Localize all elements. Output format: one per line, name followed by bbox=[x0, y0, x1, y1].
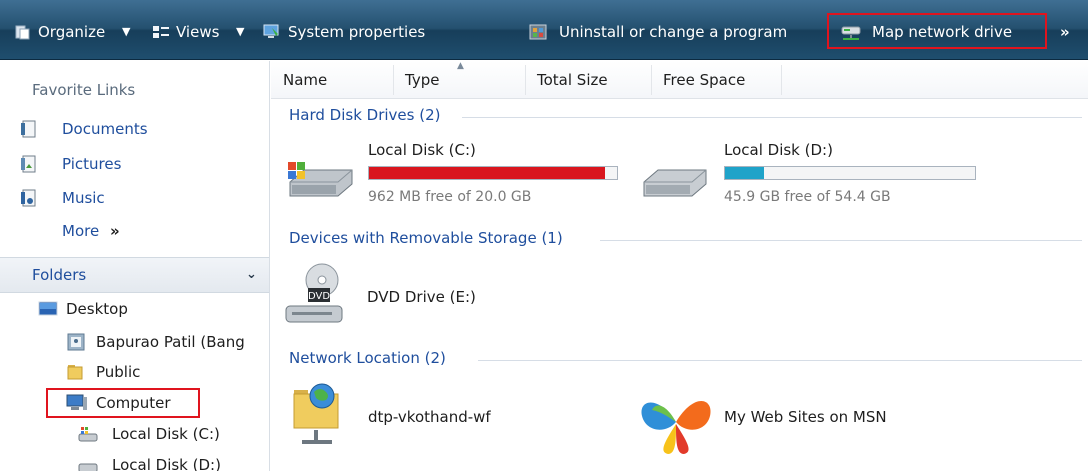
system-drive-icon bbox=[284, 160, 358, 206]
views-button[interactable]: Views ▼ bbox=[152, 21, 270, 43]
sidebar-item-label: Documents bbox=[62, 120, 148, 138]
tree-item-desktop[interactable]: Desktop bbox=[38, 296, 268, 322]
drive-icon bbox=[78, 456, 98, 471]
music-icon bbox=[20, 188, 40, 208]
drive-name: Local Disk (C:) bbox=[368, 141, 476, 159]
drive-free-space: 45.9 GB free of 54.4 GB bbox=[724, 189, 891, 205]
views-icon bbox=[152, 23, 170, 41]
organize-button[interactable]: Organize ▼ bbox=[14, 21, 154, 43]
organize-dropdown-icon: ▼ bbox=[122, 25, 131, 38]
group-divider bbox=[478, 360, 1082, 361]
drive-free-space: 962 MB free of 20.0 GB bbox=[368, 189, 532, 205]
sidebar-item-label: Pictures bbox=[62, 155, 122, 173]
uninstall-program-icon bbox=[529, 23, 547, 41]
network-location-name: My Web Sites on MSN bbox=[724, 408, 887, 426]
column-divider bbox=[781, 65, 782, 95]
navigation-pane: Favorite Links Documents Pictures Music … bbox=[0, 61, 270, 471]
group-hard-disk-drives[interactable]: Hard Disk Drives (2) bbox=[289, 106, 440, 124]
views-dropdown-icon: ▼ bbox=[236, 25, 245, 38]
sidebar-item-music[interactable]: Music bbox=[20, 185, 260, 211]
dvd-drive-icon: DVD bbox=[280, 262, 352, 332]
column-total-size[interactable]: Total Size bbox=[537, 61, 647, 99]
toolbar-overflow-button[interactable]: » bbox=[1060, 21, 1080, 43]
tree-item-public[interactable]: Public bbox=[66, 359, 266, 385]
drive-icon bbox=[638, 160, 712, 206]
tree-item-label: Local Disk (C:) bbox=[112, 425, 220, 443]
drive-capacity-fill bbox=[725, 167, 764, 179]
group-network-location[interactable]: Network Location (2) bbox=[289, 349, 446, 367]
tree-item-local-disk-d[interactable]: Local Disk (D:) bbox=[78, 452, 268, 471]
system-properties-label: System properties bbox=[288, 23, 426, 41]
group-removable-storage[interactable]: Devices with Removable Storage (1) bbox=[289, 229, 563, 247]
drive-name: Local Disk (D:) bbox=[724, 141, 833, 159]
folders-heading: Folders bbox=[32, 266, 87, 284]
chevron-right-icon: » bbox=[1060, 23, 1070, 41]
uninstall-program-label: Uninstall or change a program bbox=[559, 23, 788, 41]
column-name[interactable]: Name bbox=[283, 61, 393, 99]
drive-capacity-fill bbox=[369, 167, 606, 179]
drive-capacity-bar bbox=[724, 166, 976, 180]
drive-capacity-bar bbox=[368, 166, 618, 180]
dvd-drive-name: DVD Drive (E:) bbox=[367, 288, 476, 306]
column-divider bbox=[525, 65, 526, 95]
system-drive-icon bbox=[78, 424, 98, 444]
tree-item-label: Local Disk (D:) bbox=[112, 456, 221, 471]
group-divider bbox=[462, 117, 1082, 118]
system-properties-button[interactable]: System properties bbox=[262, 21, 508, 43]
command-toolbar: Organize ▼ Views ▼ System properties Uni… bbox=[0, 0, 1088, 60]
dvd-label: DVD bbox=[308, 291, 330, 302]
msn-butterfly-icon bbox=[636, 382, 716, 462]
folders-header[interactable]: Folders ⌄ bbox=[0, 257, 269, 293]
uninstall-program-button[interactable]: Uninstall or change a program bbox=[529, 21, 819, 43]
column-divider bbox=[393, 65, 394, 95]
desktop-icon bbox=[38, 299, 58, 319]
folder-icon bbox=[66, 362, 86, 382]
organize-icon bbox=[14, 23, 32, 41]
column-type[interactable]: Type ▲ bbox=[405, 61, 525, 99]
double-chevron-icon: » bbox=[109, 222, 120, 240]
sidebar-item-documents[interactable]: Documents bbox=[20, 116, 260, 142]
network-location-name: dtp-vkothand-wf bbox=[368, 408, 491, 426]
tree-item-label: Desktop bbox=[66, 300, 128, 318]
column-free-space[interactable]: Free Space bbox=[663, 61, 773, 99]
column-divider bbox=[651, 65, 652, 95]
column-type-label: Type bbox=[405, 71, 440, 89]
more-links-button[interactable]: More » bbox=[62, 218, 182, 244]
network-folder-icon bbox=[286, 382, 350, 458]
organize-label: Organize bbox=[38, 23, 106, 41]
user-folder-icon bbox=[66, 332, 86, 352]
map-network-drive-highlight bbox=[827, 13, 1047, 49]
tree-item-label: Public bbox=[96, 363, 141, 381]
more-links-label: More bbox=[62, 222, 100, 240]
tree-item-label: Bapurao Patil (Bang bbox=[96, 333, 245, 351]
system-properties-icon bbox=[262, 23, 280, 41]
views-label: Views bbox=[176, 23, 220, 41]
sort-ascending-icon: ▲ bbox=[457, 61, 464, 71]
computer-highlight bbox=[46, 388, 200, 418]
chevron-down-icon: ⌄ bbox=[246, 267, 257, 282]
tree-item-local-disk-c[interactable]: Local Disk (C:) bbox=[78, 421, 268, 447]
sidebar-item-pictures[interactable]: Pictures bbox=[20, 151, 260, 177]
tree-item-user-folder[interactable]: Bapurao Patil (Bang bbox=[66, 329, 270, 355]
column-header-bar: Name Type ▲ Total Size Free Space bbox=[271, 61, 1088, 99]
pictures-icon bbox=[20, 154, 40, 174]
group-divider bbox=[600, 240, 1082, 241]
documents-icon bbox=[20, 119, 40, 139]
sidebar-item-label: Music bbox=[62, 189, 105, 207]
favorite-links-heading: Favorite Links bbox=[32, 81, 136, 99]
